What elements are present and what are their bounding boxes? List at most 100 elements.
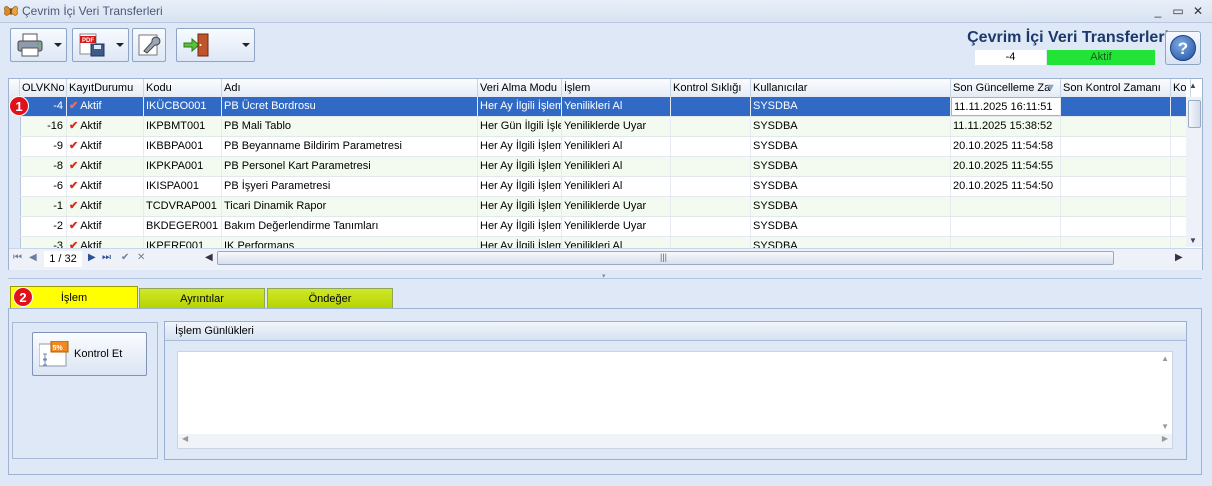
cell-no[interactable]: -9 [20, 137, 67, 156]
cell-status[interactable]: ✔ Aktif [67, 197, 144, 216]
cell-checked[interactable] [1061, 97, 1171, 116]
cell-action[interactable]: Yenilikleri Al [562, 157, 671, 176]
column-header[interactable]: Ko [1171, 79, 1191, 97]
cell-name[interactable]: PB Mali Tablo [222, 117, 478, 136]
splitter[interactable]: ▾ [0, 272, 1212, 280]
close-button[interactable]: ✕ [1188, 2, 1208, 20]
nav-cancel-icon[interactable]: ✕ [137, 252, 145, 263]
cell-code[interactable]: IKISPA001 [144, 177, 222, 196]
table-row[interactable]: -16 ✔ Aktif IKPBMT001 PB Mali Tablo Her Gün İ… [9, 117, 1186, 137]
minimize-button[interactable]: _ [1148, 2, 1168, 20]
cell-name[interactable]: PB Personel Kart Parametresi [222, 157, 478, 176]
cell-checked[interactable] [1061, 157, 1171, 176]
cell-freq[interactable] [671, 137, 751, 156]
table-row[interactable]: -8 ✔ Aktif IKPKPA001 PB Personel Kart Parame… [9, 157, 1186, 177]
cell-users[interactable]: SYSDBA [751, 137, 951, 156]
scroll-right-icon[interactable]: ▶ [1175, 252, 1183, 263]
tab-ondeger[interactable]: Öndeğer [267, 288, 393, 308]
cell-no[interactable]: -2 [20, 217, 67, 236]
cell-users[interactable]: SYSDBA [751, 117, 951, 136]
scroll-right-icon[interactable]: ▶ [1162, 434, 1168, 443]
cell-mode[interactable]: Her Ay İlgili İşlem [478, 137, 562, 156]
cell-name[interactable]: Bakım Değerlendirme Tanımları [222, 217, 478, 236]
cell-action[interactable]: Yeniliklerde Uyar [562, 217, 671, 236]
cell-status[interactable]: ✔ Aktif [67, 157, 144, 176]
cell-freq[interactable] [671, 97, 751, 116]
pdf-save-button[interactable]: PDF [72, 28, 129, 62]
print-button[interactable] [10, 28, 67, 62]
cell-mode[interactable]: Her Ay İlgili İşlem [478, 157, 562, 176]
nav-first-icon[interactable]: ⏮ [13, 252, 22, 263]
exit-button[interactable] [176, 28, 255, 62]
table-row[interactable]: -2 ✔ Aktif BKDEGER001 Bakım Değerlendirme Ta… [9, 217, 1186, 237]
cell-code[interactable]: TCDVRAP001 [144, 197, 222, 216]
restore-button[interactable]: ▭ [1168, 2, 1188, 20]
cell-status[interactable]: ✔ Aktif [67, 117, 144, 136]
cell-checked[interactable] [1061, 197, 1171, 216]
cell-mode[interactable]: Her Ay İlgili İşlem [478, 217, 562, 236]
column-header[interactable]: Kodu [144, 79, 222, 97]
cell-mode[interactable]: Her Gün İlgili İşle [478, 117, 562, 136]
vertical-scrollbar[interactable]: ▲ ▼ [1186, 81, 1202, 247]
column-header-sorted[interactable]: Son Güncelleme Za ▼ [951, 79, 1061, 97]
cell-users[interactable]: SYSDBA [751, 157, 951, 176]
kontrol-et-button[interactable]: 5% Kontrol Et [32, 332, 147, 376]
cell-name[interactable]: PB Beyanname Bildirim Parametresi [222, 137, 478, 156]
cell-code[interactable]: IKÜCBO001 [144, 97, 222, 116]
cell-updated[interactable]: 11.11.2025 16:11:51 [951, 97, 1061, 116]
column-header[interactable]: Veri Alma Modu [478, 79, 562, 97]
table-row[interactable]: -4 ✔ Aktif IKÜCBO001 PB Ücret Bordrosu Her Ay… [9, 97, 1186, 117]
tab-ayrintilar[interactable]: Ayrıntılar [139, 288, 265, 308]
cell-code[interactable]: IKPKPA001 [144, 157, 222, 176]
cell-name[interactable]: PB İşyeri Parametresi [222, 177, 478, 196]
cell-status[interactable]: ✔ Aktif [67, 217, 144, 236]
cell-code[interactable]: IKPBMT001 [144, 117, 222, 136]
column-header[interactable]: İşlem [562, 79, 671, 97]
cell-updated[interactable]: 20.10.2025 11:54:55 [951, 157, 1061, 176]
cell-checked[interactable] [1061, 117, 1171, 136]
cell-mode[interactable]: Her Ay İlgili İşlem [478, 97, 562, 116]
nav-confirm-icon[interactable]: ✔ [121, 252, 129, 263]
table-row[interactable]: -6 ✔ Aktif IKISPA001 PB İşyeri Parametresi He… [9, 177, 1186, 197]
column-header[interactable]: Adı [222, 79, 478, 97]
scroll-down-icon[interactable]: ▼ [1189, 236, 1197, 245]
scroll-thumb[interactable] [1188, 100, 1201, 128]
table-row[interactable]: -9 ✔ Aktif IKBBPA001 PB Beyanname Bildirim P… [9, 137, 1186, 157]
scroll-left-icon[interactable]: ◀ [205, 252, 213, 263]
cell-no[interactable]: -1 [20, 197, 67, 216]
cell-no[interactable]: -16 [20, 117, 67, 136]
cell-status[interactable]: ✔ Aktif [67, 137, 144, 156]
nav-prev-icon[interactable]: ◀ [29, 252, 37, 263]
cell-updated[interactable] [951, 217, 1061, 236]
scroll-left-icon[interactable]: ◀ [182, 434, 188, 443]
cell-name[interactable]: Ticari Dinamik Rapor [222, 197, 478, 216]
scroll-up-icon[interactable]: ▲ [1161, 354, 1169, 363]
cell-code[interactable]: IKBBPA001 [144, 137, 222, 156]
cell-action[interactable]: Yenilikleri Al [562, 97, 671, 116]
cell-updated[interactable] [951, 197, 1061, 216]
cell-users[interactable]: SYSDBA [751, 177, 951, 196]
cell-freq[interactable] [671, 197, 751, 216]
cell-no[interactable]: -8 [20, 157, 67, 176]
cell-updated[interactable]: 11.11.2025 15:38:52 [951, 117, 1061, 136]
column-header[interactable]: KayıtDurumu [67, 79, 144, 97]
cell-status[interactable]: ✔ Aktif [67, 97, 144, 116]
table-row[interactable]: -1 ✔ Aktif TCDVRAP001 Ticari Dinamik Rapor He… [9, 197, 1186, 217]
cell-no[interactable]: -6 [20, 177, 67, 196]
cell-freq[interactable] [671, 217, 751, 236]
cell-freq[interactable] [671, 117, 751, 136]
scroll-down-icon[interactable]: ▼ [1161, 422, 1169, 431]
cell-action[interactable]: Yenilikleri Al [562, 177, 671, 196]
cell-users[interactable]: SYSDBA [751, 217, 951, 236]
column-header[interactable]: Kontrol Sıklığı [671, 79, 751, 97]
cell-users[interactable]: SYSDBA [751, 97, 951, 116]
nav-last-icon[interactable]: ⏭ [102, 252, 111, 263]
cell-users[interactable]: SYSDBA [751, 197, 951, 216]
log-horizontal-scrollbar[interactable]: ◀ ▶ [178, 434, 1172, 448]
cell-action[interactable]: Yeniliklerde Uyar [562, 117, 671, 136]
nav-next-icon[interactable]: ▶ [88, 252, 96, 263]
cell-updated[interactable]: 20.10.2025 11:54:50 [951, 177, 1061, 196]
cell-updated[interactable]: 20.10.2025 11:54:58 [951, 137, 1061, 156]
help-button[interactable]: ? [1165, 31, 1201, 65]
cell-checked[interactable] [1061, 217, 1171, 236]
